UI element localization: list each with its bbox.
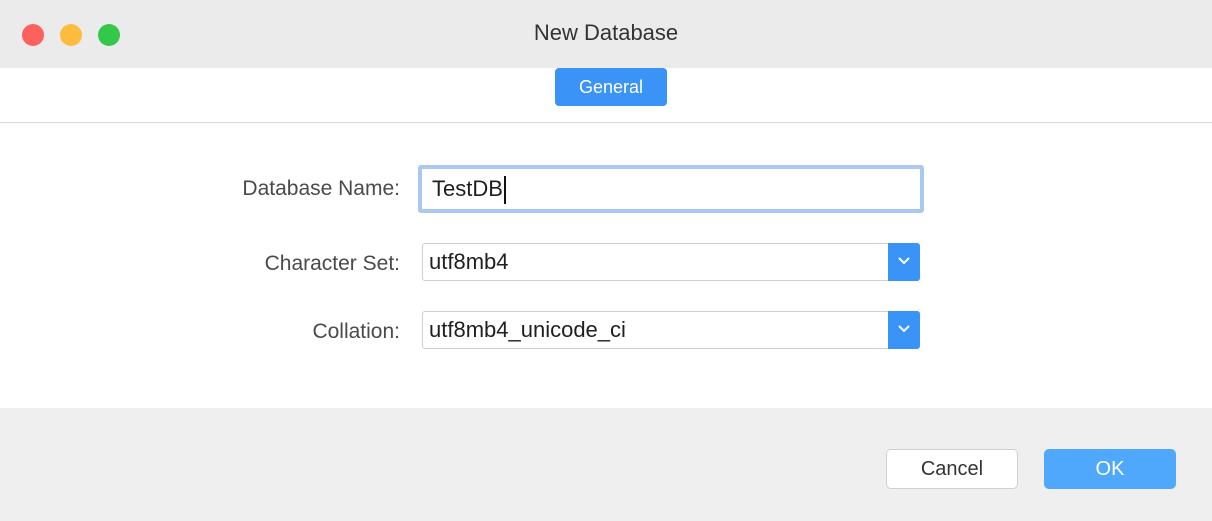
collation-value: utf8mb4_unicode_ci (429, 317, 626, 342)
database-name-field[interactable]: TestDB (418, 165, 924, 213)
title-bar: New Database (0, 0, 1212, 68)
dialog-footer (0, 408, 1212, 521)
character-set-select[interactable]: utf8mb4 (422, 243, 920, 281)
database-name-label: Database Name: (242, 177, 400, 200)
new-database-dialog: New Database General Database Name: Test… (0, 0, 1212, 521)
character-set-label: Character Set: (264, 252, 400, 275)
chevron-down-icon (898, 257, 910, 265)
collation-select[interactable]: utf8mb4_unicode_ci (422, 311, 920, 349)
character-set-value: utf8mb4 (429, 249, 509, 274)
text-caret (503, 176, 506, 205)
tab-general[interactable]: General (555, 68, 667, 106)
window-title: New Database (533, 20, 679, 45)
tab-bar: General (0, 68, 1212, 123)
collation-dropdown-button[interactable] (888, 311, 920, 349)
ok-button[interactable]: OK (1044, 449, 1176, 489)
character-set-dropdown-button[interactable] (888, 243, 920, 281)
chevron-down-icon (898, 325, 910, 333)
database-name-value: TestDB (432, 176, 503, 201)
cancel-button[interactable]: Cancel (886, 449, 1018, 489)
collation-label: Collation: (312, 320, 400, 343)
